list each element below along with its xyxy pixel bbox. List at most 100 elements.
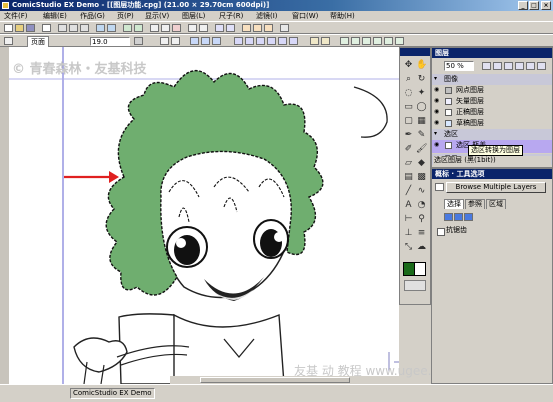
marker-icon[interactable]: ✐ (403, 144, 414, 155)
menu-edit[interactable]: 编辑(E) (43, 11, 67, 21)
menu-help[interactable]: 帮助(H) (330, 11, 355, 21)
hand-icon[interactable]: ✋ (416, 60, 427, 71)
layer-row-ink[interactable]: ◉ 正稿图层 (432, 107, 552, 118)
ruler-tool-icon[interactable]: ⊢ (403, 214, 414, 225)
menu-file[interactable]: 文件(F) (4, 11, 28, 21)
magic-wand-icon[interactable]: ✦ (416, 88, 427, 99)
new-file-icon[interactable] (4, 24, 13, 32)
redo-icon[interactable] (107, 24, 116, 32)
brush-preset-icon[interactable] (340, 37, 349, 45)
frame-icon[interactable]: ▦ (416, 116, 427, 127)
help-icon[interactable] (280, 24, 289, 32)
fit-page-icon[interactable] (4, 37, 13, 45)
paste-icon[interactable] (80, 24, 89, 32)
select-shrink-icon[interactable] (289, 37, 298, 45)
transparent-swatch[interactable] (404, 280, 426, 291)
effect-line-icon[interactable]: ≡ (416, 228, 427, 239)
ink-preset-icon[interactable] (362, 37, 371, 45)
brush-icon[interactable]: 🖌 (416, 144, 427, 155)
eyedropper-icon[interactable]: ⚲ (416, 214, 427, 225)
curve-icon[interactable]: ∿ (416, 186, 427, 197)
zoom-out-icon[interactable] (134, 24, 143, 32)
layer-mode-icon[interactable] (482, 62, 491, 70)
manga-artwork[interactable] (9, 47, 399, 384)
menu-filter[interactable]: 滤镜(I) (256, 11, 278, 21)
browse-layers-button[interactable]: Browse Multiple Layers (446, 182, 546, 193)
tone-icon[interactable] (172, 24, 181, 32)
layer-row-vector[interactable]: ◉ 矢量图层 (432, 96, 552, 107)
ruler-icon[interactable] (188, 24, 197, 32)
maximize-button[interactable]: □ (529, 1, 539, 10)
menu-work[interactable]: 作品(G) (80, 11, 105, 21)
layer-lock-icon[interactable] (493, 62, 502, 70)
menu-layer[interactable]: 图层(L) (182, 11, 205, 21)
menu-view[interactable]: 显示(V) (145, 11, 169, 21)
layer-group-selection[interactable]: ▾ 选区 (432, 129, 552, 140)
selection-new-icon[interactable] (444, 213, 453, 221)
visibility-eye-icon[interactable]: ◉ (434, 87, 441, 93)
layer-delete-icon[interactable] (515, 62, 524, 70)
fill-icon[interactable]: ◆ (416, 158, 427, 169)
pen-icon[interactable]: ✒ (403, 130, 414, 141)
zoom-in-icon[interactable] (123, 24, 132, 32)
cut-icon[interactable] (58, 24, 67, 32)
open-folder-icon[interactable] (15, 24, 24, 32)
close-button[interactable]: × (541, 1, 551, 10)
drawing-canvas[interactable] (9, 47, 399, 384)
transform-tool-icon[interactable]: ⤡ (403, 242, 414, 253)
print-icon[interactable] (42, 24, 51, 32)
zoom-icon[interactable]: ⌕ (403, 74, 414, 85)
pen-preset-icon[interactable] (351, 37, 360, 45)
window-icon[interactable] (215, 24, 224, 32)
eraser-preset-icon[interactable] (384, 37, 393, 45)
selection-add-icon[interactable] (454, 213, 463, 221)
group-expand-icon[interactable]: ▾ (434, 76, 441, 82)
guide-icon[interactable] (212, 37, 221, 45)
tab-area[interactable]: 区域 (486, 199, 506, 209)
select-grow-icon[interactable] (278, 37, 287, 45)
selection-subtract-icon[interactable] (464, 213, 473, 221)
effect-icon[interactable] (253, 24, 262, 32)
antialias-checkbox[interactable] (437, 228, 445, 236)
gradient-icon[interactable]: ▤ (403, 172, 414, 183)
select-clear-icon[interactable] (256, 37, 265, 45)
visibility-eye-icon[interactable]: ◉ (434, 98, 441, 104)
pencil-preset-icon[interactable] (395, 37, 404, 45)
mirror-icon[interactable] (310, 37, 319, 45)
rotate-icon[interactable] (160, 37, 169, 45)
scroll-thumb[interactable] (200, 377, 350, 383)
object-icon[interactable]: ▢ (403, 116, 414, 127)
pencil-icon[interactable]: ✎ (416, 130, 427, 141)
tab-select[interactable]: 选择 (444, 199, 464, 209)
layer-row-tone[interactable]: ◉ 网点图层 (432, 85, 552, 96)
opacity-field[interactable]: 50 % (444, 61, 474, 71)
options-icon[interactable] (435, 183, 444, 191)
menu-ruler[interactable]: 尺子(R) (219, 11, 243, 21)
visibility-eye-icon[interactable]: ◉ (434, 109, 441, 115)
undo-icon[interactable] (96, 24, 105, 32)
filter-icon[interactable] (242, 24, 251, 32)
visibility-eye-icon[interactable]: ◉ (434, 142, 441, 148)
visibility-eye-icon[interactable]: ◉ (434, 120, 441, 126)
grid-icon[interactable] (199, 24, 208, 32)
snap-icon[interactable] (190, 37, 199, 45)
scale-icon[interactable] (321, 37, 330, 45)
smudge-icon[interactable]: ☁ (416, 242, 427, 253)
move-icon[interactable]: ✥ (403, 60, 414, 71)
zoom-field[interactable]: 19.0 (90, 37, 130, 46)
flip-icon[interactable] (171, 37, 180, 45)
copy-icon[interactable] (69, 24, 78, 32)
rotate-view-icon[interactable]: ↻ (416, 74, 427, 85)
select-area-icon[interactable] (234, 37, 243, 45)
lasso-icon[interactable]: ◌ (403, 88, 414, 99)
line-icon[interactable]: ╱ (403, 186, 414, 197)
menu-window[interactable]: 窗口(W) (292, 11, 318, 21)
layer-props-icon[interactable] (537, 62, 546, 70)
layer-row-sketch[interactable]: ◉ 草稿图层 (432, 118, 552, 129)
save-icon[interactable] (26, 24, 35, 32)
minimize-button[interactable]: _ (518, 1, 528, 10)
balloon-icon[interactable]: ◔ (416, 200, 427, 211)
marker-preset-icon[interactable] (373, 37, 382, 45)
menu-page[interactable]: 页(P) (117, 11, 134, 21)
layer-merge-icon[interactable] (526, 62, 535, 70)
